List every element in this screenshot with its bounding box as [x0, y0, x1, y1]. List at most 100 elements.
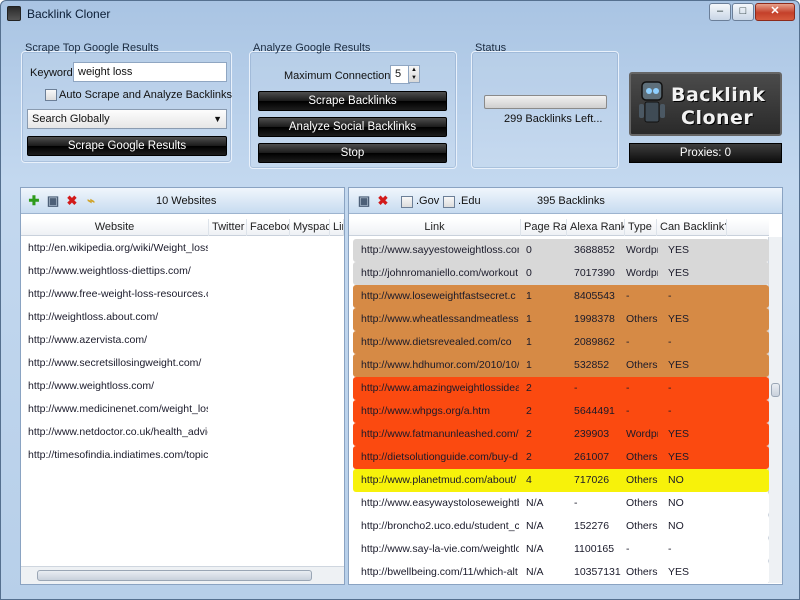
stop-button[interactable]: Stop: [258, 143, 447, 163]
alexa-rank-cell: 532852: [574, 359, 610, 371]
can-backlink-cell: -: [668, 543, 672, 555]
website-row[interactable]: http://www.free-weight-loss-resources.co: [28, 283, 208, 306]
backlink-url: http://dietsolutionguide.com/buy-d: [361, 451, 519, 463]
broom-icon[interactable]: ⌁: [84, 194, 98, 208]
type-cell: -: [626, 336, 630, 348]
backlink-row[interactable]: http://www.whpgs.org/a.htm 2 5644491- -: [353, 400, 769, 423]
header-website[interactable]: Website: [21, 219, 209, 236]
analyze-social-button[interactable]: Analyze Social Backlinks: [258, 117, 447, 137]
backlinks-vscrollbar[interactable]: [768, 237, 782, 583]
page-rank-cell: 2: [526, 451, 532, 463]
can-backlink-cell: -: [668, 290, 672, 302]
backlink-url: http://www.planetmud.com/about/: [361, 474, 517, 486]
backlink-url: http://www.wheatlessandmeatless.c: [361, 313, 519, 325]
close-button[interactable]: ✕: [755, 3, 795, 21]
header-link[interactable]: Link: [349, 219, 521, 236]
logo-text-line1: Backlink: [671, 84, 766, 106]
websites-hscroll-thumb[interactable]: [37, 570, 312, 581]
can-backlink-cell: -: [668, 336, 672, 348]
backlink-row[interactable]: http://www.easywaystoloseweightb N/A - Othe…: [353, 492, 769, 515]
backlink-url: http://www.hdhumor.com/2010/10/: [361, 359, 519, 371]
alexa-rank-cell: -: [574, 382, 578, 394]
backlinks-vscroll-thumb[interactable]: [771, 383, 780, 397]
backlink-row[interactable]: http://johnromaniello.com/workout 0 701739…: [353, 262, 769, 285]
websites-hscrollbar[interactable]: [21, 566, 344, 584]
backlink-row[interactable]: http://www.say-la-vie.com/weightlo N/A 110…: [353, 538, 769, 561]
page-rank-cell: 2: [526, 382, 532, 394]
website-row[interactable]: http://weightloss.about.com/: [28, 306, 208, 329]
scrape-backlinks-button[interactable]: Scrape Backlinks: [258, 91, 447, 111]
backlink-row[interactable]: http://dietsolutionguide.com/buy-d 2 26100…: [353, 446, 769, 469]
backlinks-count: 395 Backlinks: [537, 195, 605, 207]
backlink-url: http://bwellbeing.com/11/which-alt: [361, 566, 518, 578]
website-row[interactable]: http://www.netdoctor.co.uk/health_advic: [28, 421, 208, 444]
edu-checkbox[interactable]: [443, 196, 455, 208]
backlink-row[interactable]: http://www.wheatlessandmeatless.c 1 199837…: [353, 308, 769, 331]
website-row[interactable]: http://www.azervista.com/: [28, 329, 208, 352]
page-rank-cell: N/A: [526, 520, 544, 532]
header-myspace[interactable]: Myspace: [290, 219, 330, 236]
type-cell: Others: [626, 451, 658, 463]
delete-icon[interactable]: ✖: [65, 194, 79, 208]
max-connections-stepper[interactable]: ▲ ▼: [408, 65, 420, 83]
auto-scrape-checkbox[interactable]: [45, 89, 57, 101]
page-rank-cell: 1: [526, 336, 532, 348]
backlinks-toolbar: ▣ ✖ .Gov .Edu 395 Backlinks: [349, 188, 782, 214]
page-rank-cell: 1: [526, 290, 532, 302]
type-cell: -: [626, 405, 630, 417]
header-alexa-rank[interactable]: Alexa Rank: [567, 219, 625, 236]
max-connections-input[interactable]: 5: [390, 65, 410, 84]
gov-checkbox[interactable]: [401, 196, 413, 208]
alexa-rank-cell: 8405543: [574, 290, 615, 302]
website-row[interactable]: http://www.weightloss-diettips.com/: [28, 260, 208, 283]
plus-icon[interactable]: ✚: [27, 194, 41, 208]
keyword-input[interactable]: weight loss: [73, 62, 227, 82]
backlink-row[interactable]: http://www.hdhumor.com/2010/10/1 532852 Ot…: [353, 354, 769, 377]
header-twitter[interactable]: Twitter: [209, 219, 247, 236]
status-text: 299 Backlinks Left...: [504, 113, 603, 125]
website-row[interactable]: http://timesofindia.indiatimes.com/topic: [28, 444, 208, 467]
save-icon[interactable]: ▣: [357, 194, 371, 208]
website-row[interactable]: http://www.medicinenet.com/weight_loss: [28, 398, 208, 421]
alexa-rank-cell: 5644491: [574, 405, 615, 417]
backlink-url: http://www.fatmanunleashed.com/c: [361, 428, 519, 440]
website-row[interactable]: http://www.weightloss.com/: [28, 375, 208, 398]
can-backlink-cell: YES: [668, 428, 690, 440]
search-scope-select[interactable]: Search Globally ▼: [27, 109, 227, 129]
maximize-button[interactable]: □: [732, 3, 754, 21]
type-cell: Others: [626, 474, 658, 486]
type-cell: Wordpr: [626, 267, 658, 279]
backlink-row[interactable]: http://broncho2.uco.edu/student_cc N/A 152…: [353, 515, 769, 538]
header-facebook[interactable]: Facebook: [247, 219, 290, 236]
header-linkedin[interactable]: Lin: [330, 219, 344, 236]
alexa-rank-cell: 152276: [574, 520, 610, 532]
alexa-rank-cell: -: [574, 497, 578, 509]
can-backlink-cell: YES: [668, 244, 690, 256]
save-icon[interactable]: ▣: [46, 194, 60, 208]
backlink-row[interactable]: http://www.fatmanunleashed.com/c 2 239903 W…: [353, 423, 769, 446]
page-rank-cell: 1: [526, 359, 532, 371]
chevron-down-icon: ▼: [213, 114, 222, 124]
backlink-row[interactable]: http://www.dietsrevealed.com/co 1 2089862-…: [353, 331, 769, 354]
minimize-button[interactable]: –: [709, 3, 731, 21]
header-can-backlink[interactable]: Can Backlink?: [657, 219, 727, 236]
page-rank-cell: 1: [526, 313, 532, 325]
backlink-row[interactable]: http://www.sayyestoweightloss.com 0 368885…: [353, 239, 769, 262]
website-row[interactable]: http://www.secretsillosingweight.com/: [28, 352, 208, 375]
backlink-row[interactable]: http://www.amazingweightlossidea 2 - - -: [353, 377, 769, 400]
backlink-row[interactable]: http://www.planetmud.com/about/4 717026 Ot…: [353, 469, 769, 492]
can-backlink-cell: YES: [668, 359, 690, 371]
backlink-row[interactable]: http://bwellbeing.com/11/which-alt N/A 103…: [353, 561, 769, 584]
website-row[interactable]: http://en.wikipedia.org/wiki/Weight_loss: [28, 237, 208, 260]
robot-icon: [639, 81, 665, 123]
backlink-row[interactable]: http://www.loseweightfastsecret.c 1 840554…: [353, 285, 769, 308]
backlink-cloner-logo: Backlink Cloner: [629, 72, 782, 136]
header-page-rank[interactable]: Page Rank: [521, 219, 567, 236]
header-type[interactable]: Type: [625, 219, 657, 236]
type-cell: Wordpr: [626, 244, 658, 256]
type-cell: Others: [626, 313, 658, 325]
page-rank-cell: 2: [526, 405, 532, 417]
backlink-url: http://www.amazingweightlossidea: [361, 382, 519, 394]
delete-icon[interactable]: ✖: [376, 194, 390, 208]
scrape-google-button[interactable]: Scrape Google Results: [27, 136, 227, 156]
